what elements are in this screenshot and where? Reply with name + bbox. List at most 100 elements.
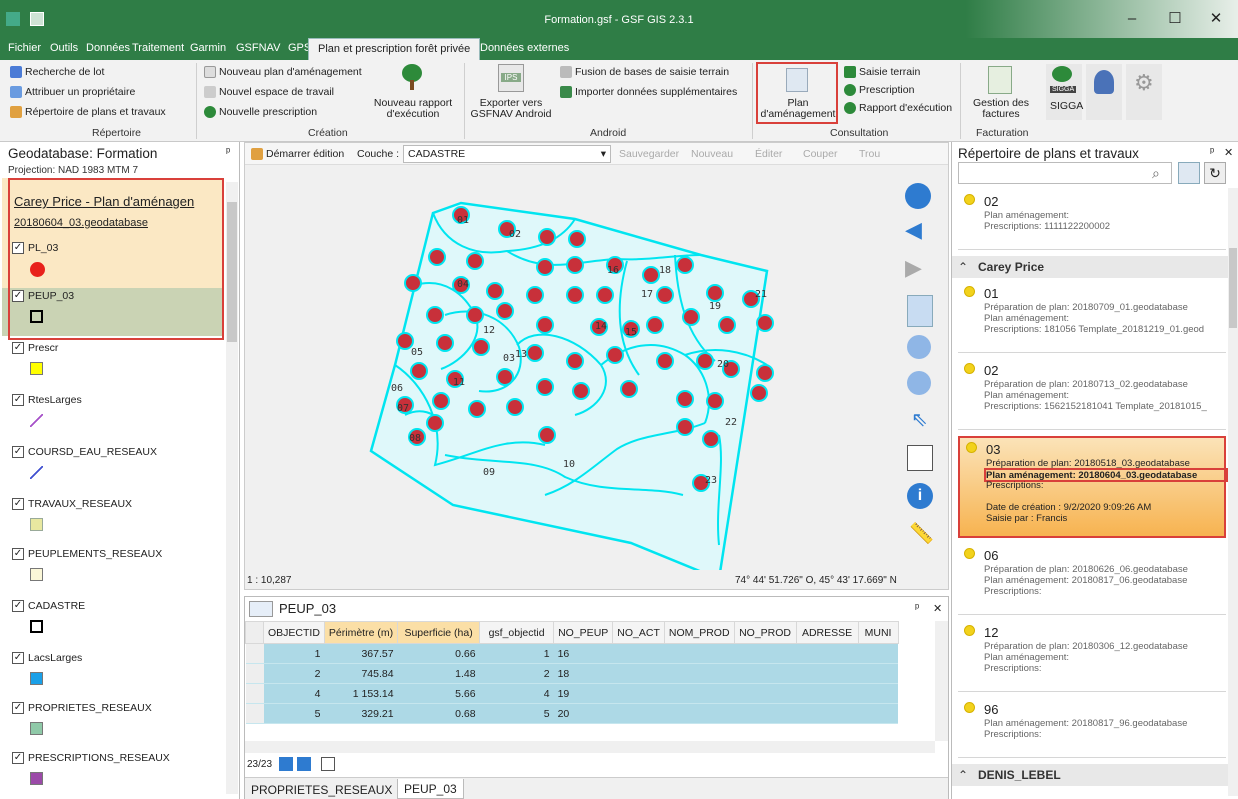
- vertical-scrollbar[interactable]: [935, 621, 948, 741]
- column-header[interactable]: MUNI: [857, 621, 899, 644]
- assign-owner-button[interactable]: Attribuer un propriétaire: [10, 86, 135, 99]
- grid-view-icon[interactable]: [279, 757, 293, 771]
- column-header[interactable]: Périmètre (m): [323, 621, 399, 644]
- select-pointer-icon[interactable]: ⇖: [911, 407, 928, 432]
- plan-card[interactable]: 02 Préparation de plan: 20180713_02.geoda…: [958, 359, 1226, 430]
- row-selector[interactable]: [245, 663, 264, 684]
- manage-invoices-button[interactable]: Gestion des factures: [966, 98, 1036, 120]
- layer-checkbox[interactable]: ✓: [12, 600, 24, 612]
- tab-garmin[interactable]: Garmin: [190, 42, 226, 54]
- globe-icon[interactable]: [905, 183, 931, 209]
- search-lot-button[interactable]: Recherche de lot: [10, 66, 104, 79]
- map-canvas[interactable]: 01 02 03 04 05 06 07 08 09 10 11 12 13 14 15 16 17 18 19 20…: [245, 165, 905, 570]
- column-header[interactable]: NOM_PROD: [663, 621, 735, 644]
- layer-checkbox[interactable]: ✓: [12, 652, 24, 664]
- pin-icon[interactable]: ᵖ: [1210, 146, 1214, 158]
- new-prescription-button[interactable]: Nouvelle prescription: [204, 106, 317, 119]
- extent-icon[interactable]: [321, 757, 335, 771]
- info-icon[interactable]: i: [907, 483, 933, 509]
- tab-plan-prescription[interactable]: Plan et prescription forêt privée: [308, 38, 481, 60]
- layer-checkbox[interactable]: ✓: [12, 752, 24, 764]
- layer-checkbox[interactable]: ✓: [12, 342, 24, 354]
- cut-button[interactable]: Couper: [803, 148, 837, 160]
- tab-proprietes-reseaux[interactable]: PROPRIETES_RESEAUX: [251, 783, 392, 797]
- new-execution-report-button[interactable]: Nouveau rapport d'exécution: [368, 98, 458, 120]
- row-view-icon[interactable]: [297, 757, 311, 771]
- extent-icon[interactable]: [907, 445, 933, 471]
- close-button[interactable]: ✕: [1196, 8, 1236, 30]
- new-workspace-button[interactable]: Nouvel espace de travail: [204, 86, 334, 99]
- pin-icon[interactable]: ᵖ: [226, 146, 230, 158]
- users-button[interactable]: [1086, 64, 1122, 120]
- plans-directory-button[interactable]: Répertoire de plans et travaux: [10, 106, 166, 119]
- new-plan-button[interactable]: Nouveau plan d'aménagement: [204, 66, 362, 79]
- table-row[interactable]: 5 329.21 0.68 5 20: [245, 703, 899, 724]
- sigga-button[interactable]: SIGGA SIGGA: [1046, 64, 1083, 120]
- new-feature-button[interactable]: Nouveau: [691, 148, 733, 160]
- settings-button[interactable]: ⚙: [1126, 64, 1162, 120]
- owner-group-header[interactable]: ⌃ DENIS_LEBEL: [952, 764, 1228, 786]
- plan-card[interactable]: 06 Préparation de plan: 20180626_06.geoda…: [958, 544, 1226, 615]
- horizontal-scrollbar[interactable]: [245, 741, 935, 753]
- column-header[interactable]: ADRESSE: [795, 621, 859, 644]
- row-selector[interactable]: [245, 683, 264, 704]
- owner-group-header[interactable]: ⌃ Carey Price: [952, 256, 1228, 278]
- layer-checkbox[interactable]: ✓: [12, 498, 24, 510]
- owner-plan-link[interactable]: Carey Price - Plan d'aménagen: [14, 194, 194, 209]
- maximize-button[interactable]: ☐: [1155, 8, 1195, 30]
- tab-fichier[interactable]: Fichier: [8, 42, 41, 54]
- layers-scrollbar[interactable]: [226, 182, 238, 794]
- refresh-icon[interactable]: ↻: [1204, 162, 1226, 184]
- plan-card[interactable]: 01 Préparation de plan: 20180709_01.geoda…: [958, 282, 1226, 353]
- save-edit-button[interactable]: Sauvegarder: [619, 148, 679, 160]
- plan-card[interactable]: 96 Plan aménagement: 20180817_96.geodatab…: [958, 698, 1226, 758]
- layer-checkbox[interactable]: ✓: [12, 290, 24, 302]
- prescription-button[interactable]: Prescription: [844, 84, 914, 97]
- import-data-button[interactable]: Importer données supplémentaires: [560, 86, 737, 99]
- tab-traitement[interactable]: Traitement: [132, 42, 184, 54]
- layer-checkbox[interactable]: ✓: [12, 242, 24, 254]
- pan-hand-icon[interactable]: [907, 295, 933, 327]
- execution-report-button[interactable]: Rapport d'exécution: [844, 102, 952, 115]
- table-menu-icon[interactable]: [249, 601, 273, 617]
- hole-button[interactable]: Trou: [859, 148, 880, 160]
- column-header[interactable]: gsf_objectid: [479, 621, 555, 644]
- attribute-grid[interactable]: OBJECTID Périmètre (m) Superficie (ha) gsf_…: [245, 621, 935, 741]
- zoom-out-icon[interactable]: [907, 371, 931, 395]
- tab-gsfnav[interactable]: GSFNAV: [236, 42, 280, 54]
- plans-scrollbar[interactable]: [1228, 188, 1238, 796]
- merge-terrain-button[interactable]: Fusion de bases de saisie terrain: [560, 66, 729, 79]
- map-view[interactable]: Démarrer édition Couche : CADASTRE ▾ Sauv…: [244, 142, 949, 590]
- layer-checkbox[interactable]: ✓: [12, 702, 24, 714]
- layer-checkbox[interactable]: ✓: [12, 446, 24, 458]
- start-edit-button[interactable]: Démarrer édition: [251, 148, 344, 161]
- geodatabase-file-link[interactable]: 20180604_03.geodatabase: [14, 217, 148, 229]
- collapse-icon[interactable]: ⌃: [958, 260, 968, 274]
- plan-card[interactable]: 03 Préparation de plan: 20180518_03.geoda…: [958, 436, 1228, 538]
- forward-arrow-icon[interactable]: ▶: [905, 255, 922, 281]
- tab-donnees-externes[interactable]: Données externes: [480, 42, 569, 54]
- column-header[interactable]: NO_PEUP: [553, 621, 614, 644]
- pin-icon[interactable]: ᵖ: [915, 602, 919, 614]
- table-row[interactable]: 2 745.84 1.48 2 18: [245, 663, 899, 684]
- plans-search-input[interactable]: [958, 162, 1172, 184]
- column-header[interactable]: NO_ACT: [612, 621, 665, 644]
- layer-select[interactable]: CADASTRE ▾: [403, 145, 611, 163]
- collapse-icon[interactable]: ⌃: [958, 768, 968, 782]
- export-gsfnav-button[interactable]: Exporter vers GSFNAV Android: [466, 98, 556, 120]
- plan-card[interactable]: 12 Préparation de plan: 20180306_12.geoda…: [958, 621, 1226, 692]
- measure-ruler-icon[interactable]: 📏: [909, 521, 934, 546]
- column-header[interactable]: Superficie (ha): [397, 621, 481, 644]
- layer-checkbox[interactable]: ✓: [12, 394, 24, 406]
- plan-amenagement-button[interactable]: Plan d'aménagement: [758, 98, 838, 120]
- edit-feature-button[interactable]: Éditer: [755, 148, 782, 160]
- tab-outils[interactable]: Outils: [50, 42, 78, 54]
- tab-donnees[interactable]: Données: [86, 42, 130, 54]
- layer-checkbox[interactable]: ✓: [12, 548, 24, 560]
- column-header[interactable]: NO_PROD: [733, 621, 797, 644]
- close-icon[interactable]: ✕: [933, 602, 942, 615]
- row-selector[interactable]: [245, 703, 264, 724]
- zoom-in-icon[interactable]: [907, 335, 931, 359]
- plan-view-icon[interactable]: [1178, 162, 1200, 184]
- back-arrow-icon[interactable]: ◀: [905, 217, 922, 243]
